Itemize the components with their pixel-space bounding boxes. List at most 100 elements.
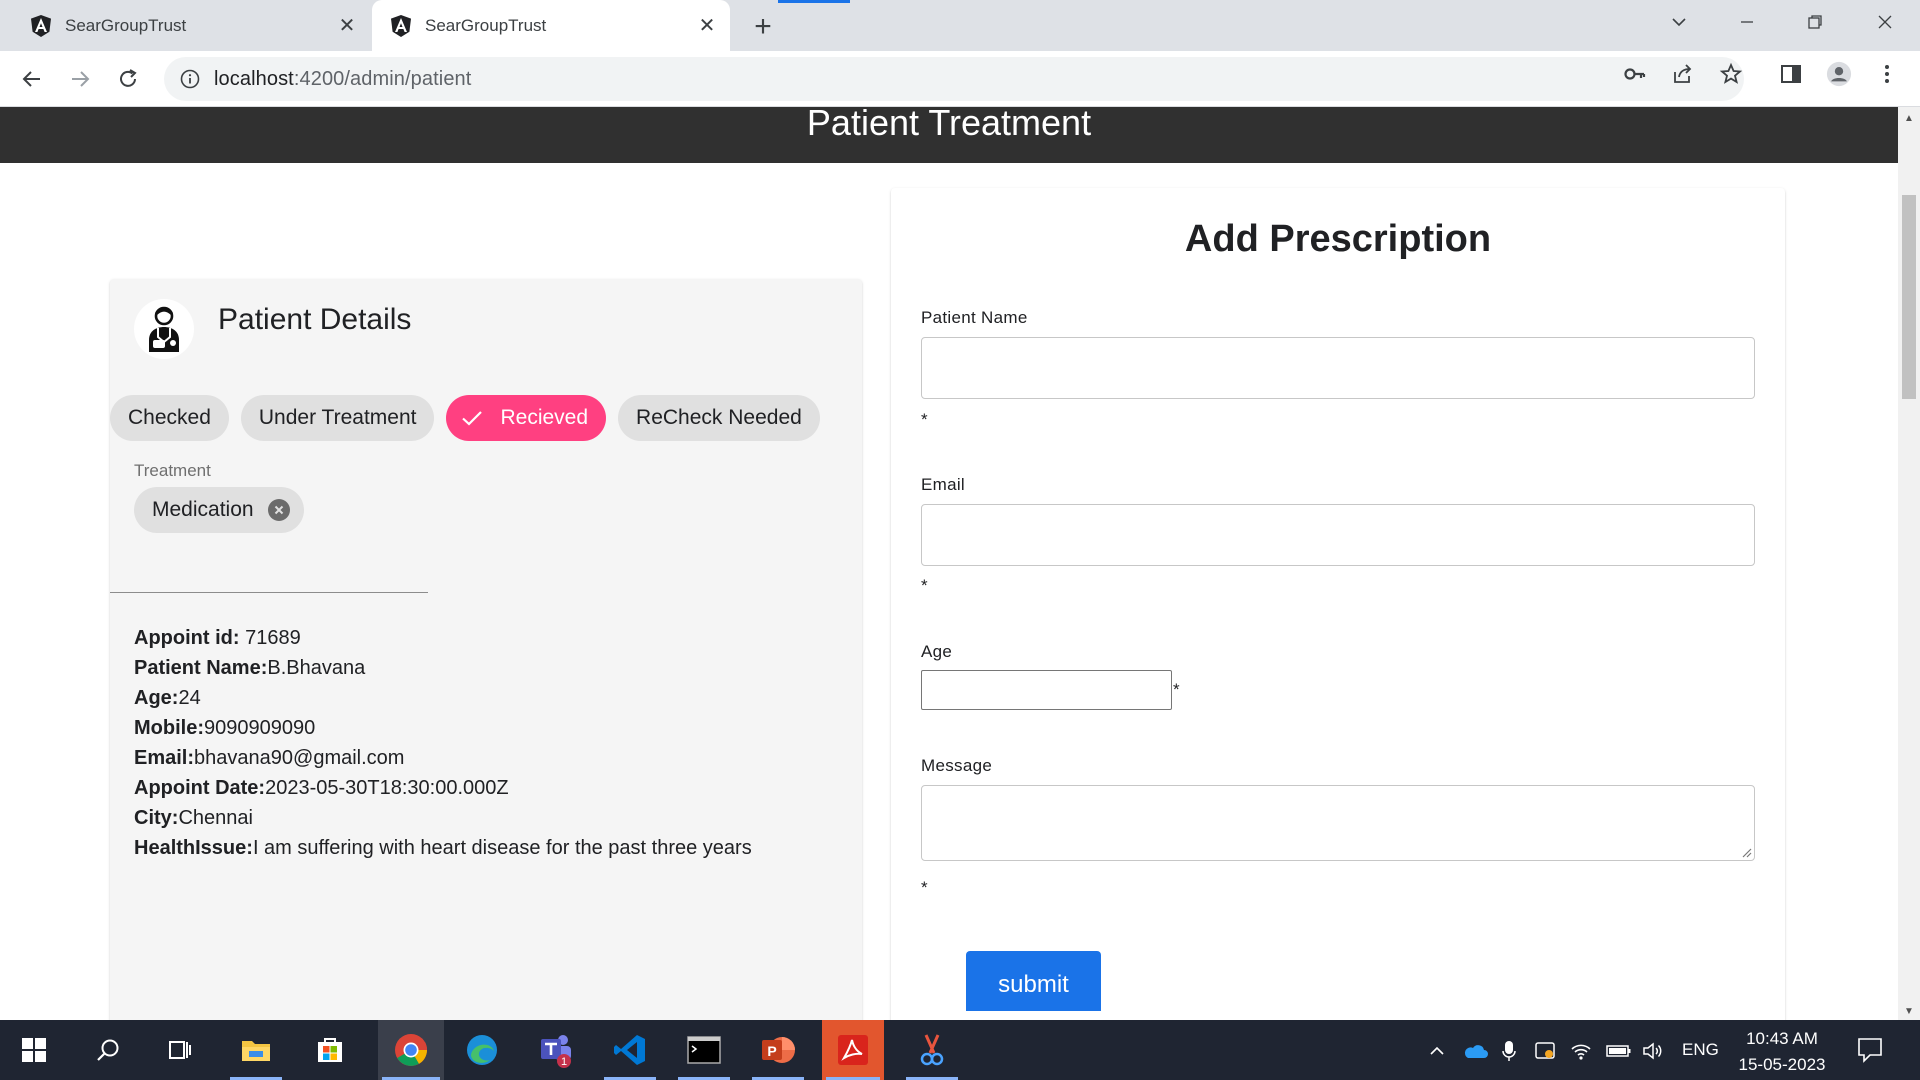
share-icon[interactable] <box>1670 61 1696 87</box>
required-mark: * <box>921 878 928 897</box>
detail-health-issue: HealthIssue:I am suffering with heart di… <box>134 833 752 863</box>
file-explorer-button[interactable] <box>226 1020 286 1080</box>
detail-value: B.Bhavana <box>267 657 366 679</box>
taskbar-search-button[interactable] <box>78 1020 138 1080</box>
treatment-chip-medication[interactable]: Medication <box>134 487 304 533</box>
required-mark: * <box>921 410 928 429</box>
check-icon <box>460 406 484 430</box>
chip-recieved[interactable]: Recieved <box>446 395 607 441</box>
angular-favicon-icon <box>31 14 51 37</box>
tab-title: SearGroupTrust <box>425 15 547 35</box>
chip-recheck-needed[interactable]: ReCheck Needed <box>618 395 820 441</box>
back-button[interactable] <box>14 61 50 97</box>
password-key-icon[interactable] <box>1622 61 1648 87</box>
page-scrollbar[interactable]: ▲ ▼ <box>1898 107 1920 1020</box>
volume-icon[interactable] <box>1642 1040 1664 1062</box>
browser-toolbar: localhost:4200/admin/patient <box>0 51 1920 107</box>
scroll-up-icon[interactable]: ▲ <box>1898 109 1920 127</box>
new-tab-button[interactable]: + <box>746 10 780 44</box>
browser-tab-strip: SearGroupTrust ✕ SearGroupTrust ✕ + <box>0 0 1920 51</box>
acrobat-button[interactable] <box>822 1020 884 1080</box>
detail-value: 2023-05-30T18:30:00.000Z <box>265 777 509 799</box>
message-textarea[interactable] <box>921 785 1755 861</box>
arrow-right-icon <box>72 71 90 87</box>
snipping-tool-button[interactable] <box>902 1020 962 1080</box>
detail-appoint-id: Appoint id: 71689 <box>134 623 752 653</box>
input-language[interactable]: ENG <box>1682 1040 1719 1060</box>
file-explorer-icon <box>242 1041 270 1061</box>
site-info-icon[interactable] <box>180 69 200 89</box>
detail-key: Appoint id: <box>134 627 246 649</box>
treatment-chip-field[interactable]: Treatment Medication <box>110 445 428 593</box>
side-panel-icon[interactable] <box>1778 61 1804 87</box>
vscode-button[interactable] <box>600 1020 660 1080</box>
close-tab-icon[interactable]: ✕ <box>332 11 362 41</box>
email-input[interactable] <box>921 504 1755 566</box>
detail-key: Patient Name: <box>134 657 268 679</box>
patient-icon <box>149 306 179 352</box>
close-window-button[interactable] <box>1856 0 1914 44</box>
minimize-button[interactable] <box>1718 0 1776 44</box>
submit-button[interactable]: submit <box>966 951 1101 1011</box>
resize-grip-icon[interactable] <box>1740 846 1752 858</box>
chip-checked[interactable]: Checked <box>110 395 229 441</box>
task-view-icon <box>169 1041 191 1059</box>
restore-button[interactable] <box>1786 0 1844 44</box>
detail-key: HealthIssue: <box>134 837 253 859</box>
chip-under-treatment[interactable]: Under Treatment <box>240 395 435 441</box>
chrome-icon <box>395 1034 428 1066</box>
patient-avatar <box>134 299 194 359</box>
close-tab-icon[interactable]: ✕ <box>692 11 722 41</box>
browser-tab-2[interactable]: SearGroupTrust ✕ <box>372 0 730 51</box>
notification-center-icon[interactable] <box>1856 1036 1884 1064</box>
angular-favicon-icon <box>391 14 411 37</box>
task-view-button[interactable] <box>150 1020 210 1080</box>
detail-key: Age: <box>134 687 179 709</box>
minimize-icon <box>1741 21 1753 23</box>
chip-label: Checked <box>128 406 211 429</box>
onedrive-icon[interactable] <box>1462 1040 1488 1062</box>
microsoft-store-icon <box>318 1038 342 1062</box>
restore-icon <box>1808 15 1822 29</box>
close-icon <box>1878 15 1892 29</box>
battery-icon[interactable] <box>1606 1040 1632 1062</box>
patient-name-input[interactable] <box>921 337 1755 399</box>
patient-details-title: Patient Details <box>218 303 412 336</box>
clock[interactable]: 10:43 AM 15-05-2023 <box>1736 1026 1828 1078</box>
bookmark-star-icon[interactable] <box>1718 61 1744 87</box>
screen-capture-icon[interactable] <box>1534 1040 1556 1062</box>
scrollbar-thumb[interactable] <box>1902 195 1916 399</box>
chrome-button[interactable] <box>378 1020 444 1080</box>
show-hidden-icons-chevron-up-icon[interactable] <box>1426 1040 1448 1062</box>
age-input[interactable] <box>921 670 1172 710</box>
teams-badge-count: 1 <box>561 1056 567 1068</box>
patient-name-label: Patient Name <box>921 308 1028 327</box>
add-prescription-title: Add Prescription <box>1184 218 1492 260</box>
start-button[interactable] <box>4 1020 64 1080</box>
remove-chip-icon[interactable] <box>267 499 290 521</box>
address-bar[interactable]: localhost:4200/admin/patient <box>164 57 1744 101</box>
forward-button[interactable] <box>62 61 98 97</box>
page-title: Patient Treatment <box>806 107 1092 143</box>
tab-title: SearGroupTrust <box>65 15 187 35</box>
profile-avatar-icon[interactable] <box>1826 61 1852 87</box>
url-path: :4200/admin/patient <box>293 67 472 90</box>
wifi-icon[interactable] <box>1570 1040 1592 1062</box>
scroll-down-icon[interactable]: ▼ <box>1898 1002 1920 1020</box>
microphone-icon[interactable] <box>1498 1040 1520 1062</box>
browser-menu-icon[interactable] <box>1874 61 1900 87</box>
microsoft-store-button[interactable] <box>300 1020 360 1080</box>
teams-button[interactable]: 1 <box>526 1020 586 1080</box>
age-label: Age <box>921 642 953 661</box>
powerpoint-button[interactable]: P <box>748 1020 808 1080</box>
terminal-button[interactable] <box>674 1020 734 1080</box>
add-prescription-card: Add Prescription Patient Name * Email * … <box>891 188 1785 1020</box>
svg-text:P: P <box>767 1043 776 1059</box>
treatment-label: Treatment <box>134 461 211 480</box>
tab-search-button[interactable] <box>1650 0 1708 44</box>
reload-button[interactable] <box>110 61 146 97</box>
page-viewport: Patient Treatment Patient Details Checke… <box>0 107 1898 1020</box>
edge-button[interactable] <box>452 1020 512 1080</box>
chip-label: ReCheck Needed <box>636 406 802 429</box>
browser-tab-1[interactable]: SearGroupTrust ✕ <box>12 0 370 51</box>
